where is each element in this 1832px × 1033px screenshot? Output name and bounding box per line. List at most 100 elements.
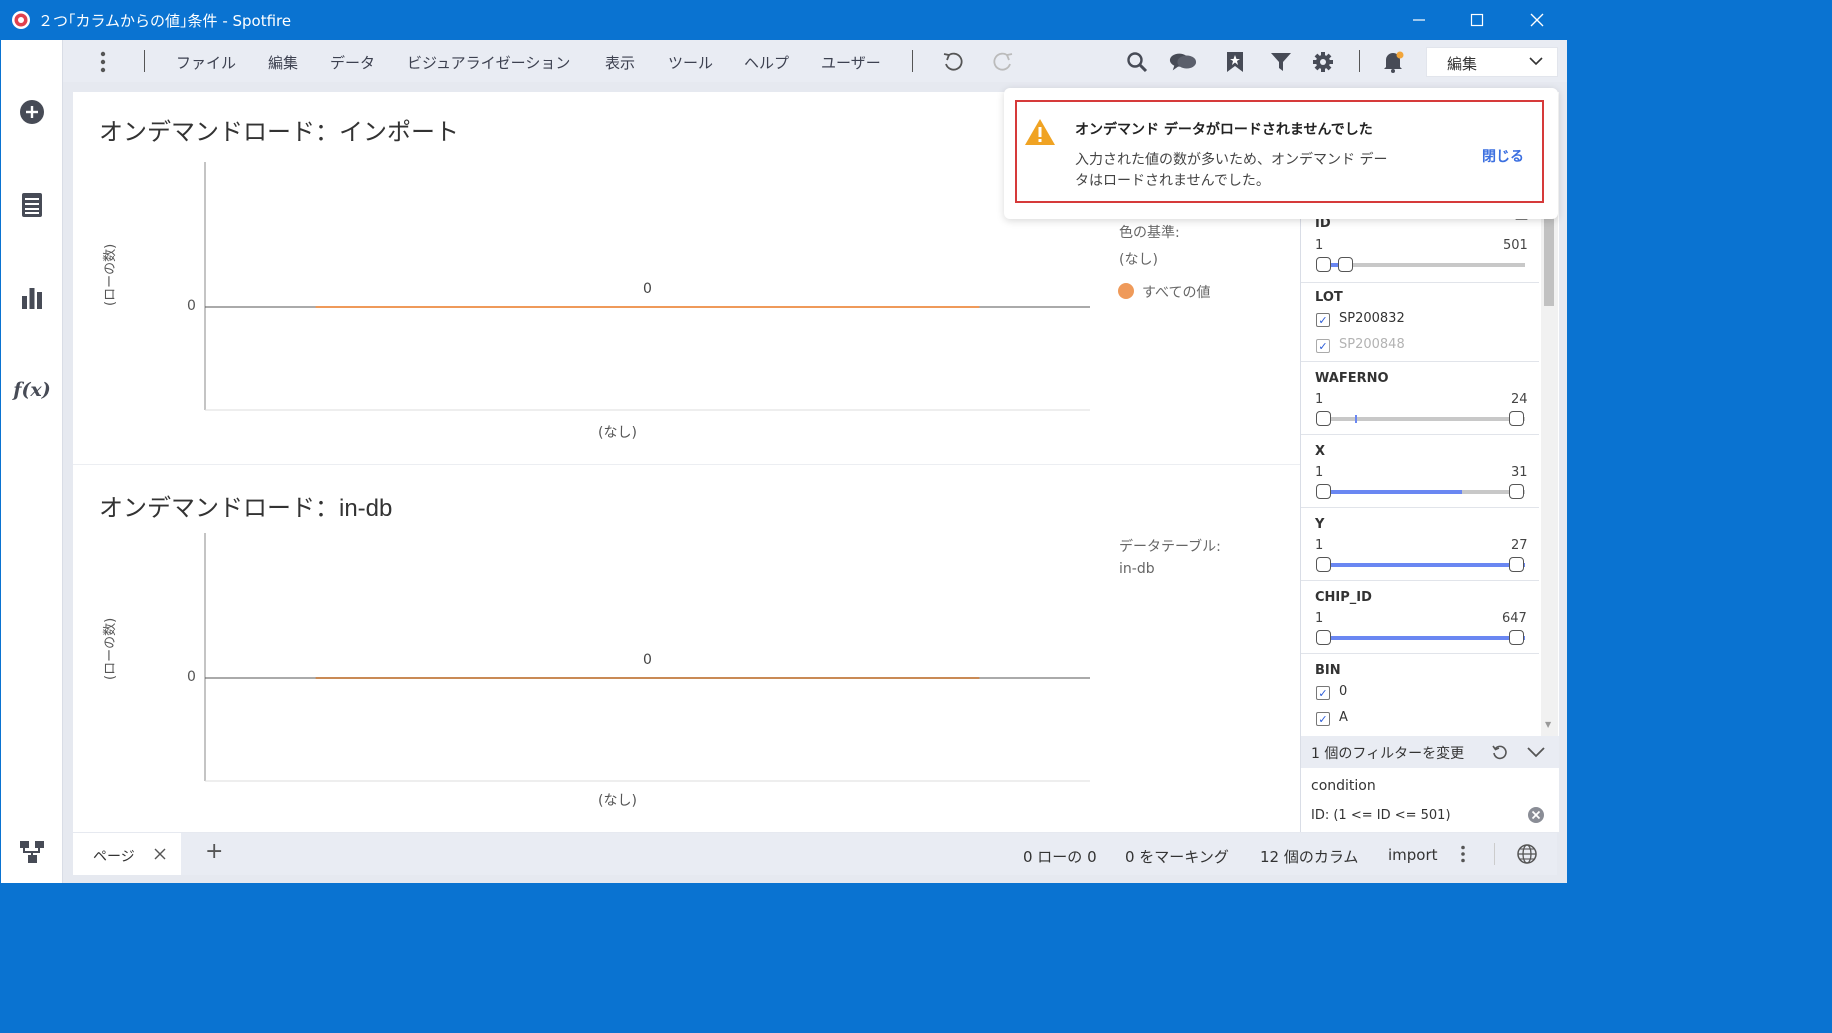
filter-chip-id-min: 1: [1315, 611, 1324, 626]
filter-lot-item[interactable]: SP200848: [1339, 337, 1405, 352]
filtering-scheme: condition ID: (1 <= ID <= 501): [1301, 768, 1559, 832]
filter-bin-checkbox[interactable]: ✓: [1316, 712, 1330, 726]
function-fx-icon: f(x): [13, 379, 51, 401]
viz1-plot[interactable]: 0: [203, 162, 1093, 412]
search-icon: [1127, 52, 1148, 73]
filter-id-max-handle[interactable]: [1338, 257, 1353, 272]
viz1-legend-value: (なし): [1119, 252, 1158, 268]
filter-bin-checkbox[interactable]: ✓: [1316, 686, 1330, 700]
data-flow-icon: [20, 841, 44, 863]
more-vertical-icon[interactable]: [99, 51, 107, 73]
close-tab-icon[interactable]: [154, 848, 166, 860]
menu-user[interactable]: ユーザー: [821, 52, 881, 73]
filter-x-min-handle[interactable]: [1316, 484, 1331, 499]
status-marked: 0 をマーキング: [1125, 848, 1229, 866]
filter-x-max: 31: [1511, 465, 1528, 480]
filter-icon: [1271, 53, 1291, 71]
filter-chip-id-max-handle[interactable]: [1509, 630, 1524, 645]
menu-edit[interactable]: 編集: [268, 52, 298, 73]
bookmark-button[interactable]: [1221, 48, 1249, 76]
add-data-button[interactable]: [15, 95, 49, 129]
filter-id-min-handle[interactable]: [1316, 257, 1331, 272]
menu-tools[interactable]: ツール: [668, 52, 713, 73]
filter-button[interactable]: [1267, 48, 1295, 76]
filter-x: X 1 31: [1301, 434, 1539, 508]
filter-summary-text: 1 個のフィルターを変更: [1311, 746, 1465, 762]
menu-view[interactable]: 表示: [605, 52, 635, 73]
scroll-down-icon[interactable]: ▼: [1545, 720, 1551, 729]
settings-button[interactable]: [1309, 48, 1337, 76]
close-icon: [1530, 13, 1544, 27]
maximize-button[interactable]: [1448, 0, 1506, 40]
filter-chip-id-name: CHIP_ID: [1315, 590, 1372, 605]
notifications-button[interactable]: [1379, 48, 1407, 76]
function-button[interactable]: f(x): [13, 373, 51, 407]
menu-separator: [144, 50, 145, 72]
search-button[interactable]: [1123, 48, 1151, 76]
filter-y-max-handle[interactable]: [1509, 557, 1524, 572]
menu-data[interactable]: データ: [330, 52, 375, 73]
plus-circle-icon: [20, 100, 44, 124]
filter-bin-item[interactable]: A: [1339, 710, 1348, 725]
condition-title: condition: [1311, 778, 1376, 794]
filter-id-max: 501: [1503, 238, 1528, 253]
filter-waferno-min-handle[interactable]: [1316, 411, 1331, 426]
filter-waferno-min: 1: [1315, 392, 1324, 407]
filter-x-max-handle[interactable]: [1509, 484, 1524, 499]
data-panel-button[interactable]: [15, 188, 49, 222]
chevron-down-icon[interactable]: [1527, 746, 1545, 758]
page-tab-label: ページ: [93, 849, 135, 865]
viz2-plot[interactable]: 0: [203, 533, 1093, 783]
reset-filters-icon[interactable]: [1492, 744, 1508, 760]
menu-file[interactable]: ファイル: [176, 52, 236, 73]
filter-bin: BIN ✓ 0 ✓ A: [1301, 653, 1539, 736]
filter-chip-id-min-handle[interactable]: [1316, 630, 1331, 645]
menu-help[interactable]: ヘルプ: [744, 52, 789, 73]
undo-button[interactable]: [939, 48, 967, 76]
viz2-data-label: 0: [643, 652, 652, 668]
bell-icon: [1384, 51, 1404, 73]
filter-scrollbar-thumb[interactable]: [1544, 214, 1554, 306]
redo-button[interactable]: [989, 48, 1017, 76]
more-vertical-icon[interactable]: [1459, 845, 1467, 863]
clear-condition-icon[interactable]: [1527, 806, 1545, 824]
menu-separator: [912, 50, 913, 72]
status-columns: 12 個のカラム: [1260, 848, 1359, 866]
close-window-button[interactable]: [1508, 0, 1566, 40]
filter-waferno-max-handle[interactable]: [1509, 411, 1524, 426]
viz2-title: オンデマンドロード：in-db: [99, 488, 392, 523]
page-tab[interactable]: ページ: [73, 833, 181, 875]
filter-lot-checkbox[interactable]: ✓: [1316, 339, 1330, 353]
filter-bin-item[interactable]: 0: [1339, 684, 1347, 699]
viz1-y-tick: 0: [187, 298, 196, 314]
filter-y: Y 1 27: [1301, 507, 1539, 581]
filter-lot-name: LOT: [1315, 290, 1343, 305]
viz1-legend-item[interactable]: すべての値: [1142, 282, 1210, 302]
filter-chip-id-range: [1324, 636, 1525, 640]
visualization-button[interactable]: [15, 280, 49, 314]
add-page-button[interactable]: +: [205, 839, 223, 864]
filter-lot-checkbox[interactable]: ✓: [1316, 313, 1330, 327]
menu-bar: ファイル 編集 データ ビジュアライゼーション 表示 ツール ヘルプ ユーザー: [63, 40, 1567, 82]
mode-select[interactable]: 編集: [1426, 47, 1558, 77]
data-canvas-button[interactable]: [15, 835, 49, 869]
maximize-icon: [1470, 13, 1484, 27]
legend-color-swatch[interactable]: [1118, 283, 1134, 299]
filter-y-min-handle[interactable]: [1316, 557, 1331, 572]
viz1-title: オンデマンドロード：インポート: [99, 118, 459, 146]
filter-lot-item[interactable]: SP200832: [1339, 311, 1405, 326]
minimize-button[interactable]: [1390, 0, 1448, 40]
filter-waferno-max: 24: [1511, 392, 1528, 407]
undo-icon: [943, 52, 963, 71]
collaboration-button[interactable]: [1169, 48, 1197, 76]
globe-icon[interactable]: [1516, 843, 1538, 865]
notification-close-button[interactable]: 閉じる: [1482, 146, 1524, 166]
viz-divider: [73, 464, 1300, 465]
menu-visualization[interactable]: ビジュアライゼーション: [407, 52, 570, 73]
left-rail: f(x): [1, 40, 63, 883]
viz2-title-db: in-db: [339, 495, 393, 522]
filter-scrollbar[interactable]: ▼: [1541, 210, 1558, 736]
filter-x-range: [1324, 490, 1462, 494]
viz2-y-axis-label: (ローの数): [103, 617, 118, 680]
status-table[interactable]: import: [1388, 846, 1438, 864]
